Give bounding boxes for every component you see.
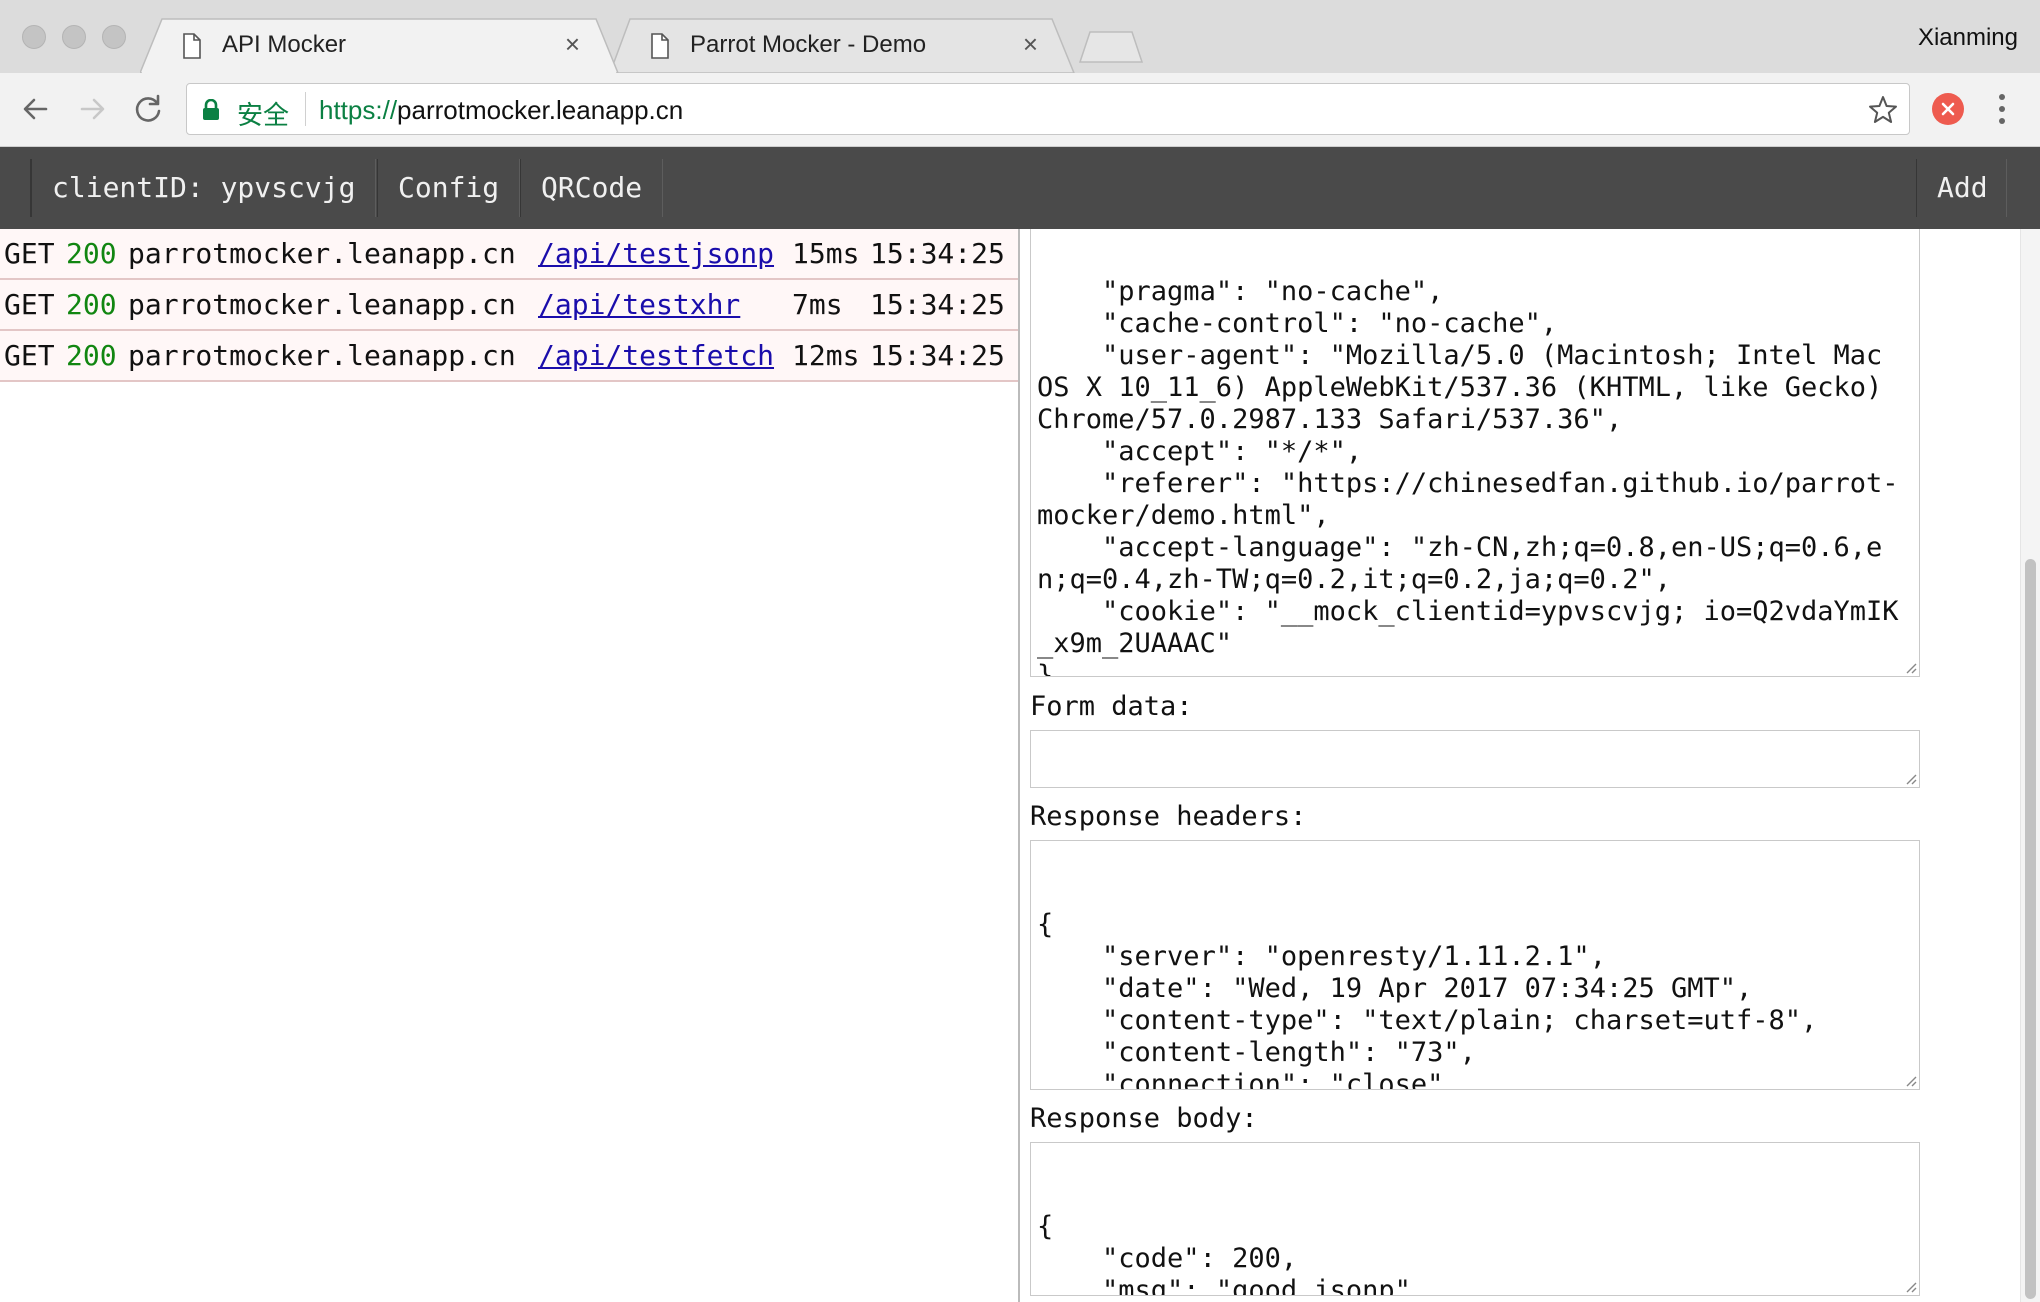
request-detail-panel: "pragma": "no-cache", "cache-control": "…	[1020, 229, 2020, 1302]
new-tab-button[interactable]	[1078, 30, 1144, 64]
page-scrollbar[interactable]	[2020, 229, 2040, 1302]
request-time: 15:34:25	[870, 288, 1005, 321]
request-status: 200	[66, 339, 117, 372]
add-button[interactable]: Add	[1916, 159, 2008, 217]
request-path-link[interactable]: /api/testjsonp	[538, 237, 774, 270]
tab-parrot-mocker-demo[interactable]: Parrot Mocker - Demo ×	[608, 17, 1078, 73]
tab-title: API Mocker	[222, 31, 347, 58]
url-text[interactable]: https://parrotmocker.leanapp.cn	[319, 95, 683, 126]
request-path-link[interactable]: /api/testxhr	[538, 288, 740, 321]
extension-icon[interactable]	[1932, 93, 1964, 125]
request-path-link[interactable]: /api/testfetch	[538, 339, 774, 372]
tab-shape	[140, 18, 619, 73]
scrollbar-thumb[interactable]	[2025, 559, 2036, 1299]
response-body-text: { "code": 200, "msg": "good jsonp" }	[1037, 1211, 1411, 1296]
star-icon[interactable]	[1867, 94, 1899, 126]
resize-grip-icon[interactable]	[1903, 1073, 1917, 1087]
form-data-label: Form data:	[1030, 691, 1193, 722]
request-headers-text: "pragma": "no-cache", "cache-control": "…	[1037, 276, 1899, 677]
url-host: parrotmocker.leanapp.cn	[397, 95, 684, 125]
request-method: GET	[4, 288, 55, 321]
nav-divider	[2006, 159, 2007, 217]
page-icon	[183, 33, 201, 59]
request-row[interactable]: GET 200 parrotmocker.leanapp.cn /api/tes…	[0, 331, 1018, 382]
request-row[interactable]: GET 200 parrotmocker.leanapp.cn /api/tes…	[0, 280, 1018, 331]
request-host: parrotmocker.leanapp.cn	[128, 288, 516, 321]
browser-titlebar: Parrot Mocker - Demo × API Mocker × Xian…	[0, 0, 2040, 73]
request-host: parrotmocker.leanapp.cn	[128, 237, 516, 270]
window-zoom-button[interactable]	[102, 25, 126, 49]
resize-grip-icon[interactable]	[1903, 1279, 1917, 1293]
qrcode-button[interactable]: QRCode	[520, 159, 664, 217]
url-scheme: https://	[319, 95, 398, 125]
request-headers-textarea[interactable]: "pragma": "no-cache", "cache-control": "…	[1030, 229, 1920, 677]
forward-arrow-icon[interactable]	[72, 89, 112, 129]
request-row[interactable]: GET 200 parrotmocker.leanapp.cn /api/tes…	[0, 229, 1018, 280]
request-host: parrotmocker.leanapp.cn	[128, 339, 516, 372]
window-minimize-button[interactable]	[62, 25, 86, 49]
window-close-button[interactable]	[22, 25, 46, 49]
request-method: GET	[4, 339, 55, 372]
request-time: 15:34:25	[870, 339, 1005, 372]
response-headers-text: { "server": "openresty/1.11.2.1", "date"…	[1037, 909, 1818, 1090]
address-bar[interactable]: 安全 https://parrotmocker.leanapp.cn	[186, 83, 1910, 135]
reload-icon[interactable]	[128, 89, 168, 129]
config-button[interactable]: Config	[377, 159, 521, 217]
response-headers-textarea[interactable]: { "server": "openresty/1.11.2.1", "date"…	[1030, 840, 1920, 1090]
tab-close-icon[interactable]: ×	[1023, 31, 1038, 57]
request-status: 200	[66, 237, 117, 270]
response-body-label: Response body:	[1030, 1103, 1258, 1134]
tab-title: Parrot Mocker - Demo	[690, 31, 927, 58]
address-separator	[305, 92, 306, 126]
extension-x-glyph	[1941, 102, 1955, 116]
request-method: GET	[4, 237, 55, 270]
tab-api-mocker[interactable]: API Mocker ×	[140, 17, 620, 73]
tab-close-icon[interactable]: ×	[565, 31, 580, 57]
client-id-button[interactable]: clientID: ypvscvjg	[31, 159, 377, 217]
request-list: GET 200 parrotmocker.leanapp.cn /api/tes…	[0, 229, 1018, 382]
security-label: 安全	[237, 100, 290, 130]
request-status: 200	[66, 288, 117, 321]
profile-name[interactable]: Xianming	[1918, 24, 2018, 52]
back-arrow-icon[interactable]	[16, 89, 56, 129]
request-duration: 7ms	[792, 288, 843, 321]
request-time: 15:34:25	[870, 237, 1005, 270]
form-data-textarea[interactable]: {}	[1030, 730, 1920, 788]
request-duration: 15ms	[792, 237, 860, 270]
page-icon	[651, 33, 669, 59]
resize-grip-icon[interactable]	[1903, 771, 1917, 785]
browser-toolbar: 安全 https://parrotmocker.leanapp.cn	[0, 73, 2040, 147]
app-nav-bar: clientID: ypvscvjg Config QRCode Add	[0, 147, 2040, 229]
lock-icon	[203, 99, 219, 120]
resize-grip-icon[interactable]	[1903, 660, 1917, 674]
menu-dots-icon[interactable]	[1992, 91, 2012, 127]
request-duration: 12ms	[792, 339, 860, 372]
response-headers-label: Response headers:	[1030, 801, 1307, 832]
response-body-textarea[interactable]: { "code": 200, "msg": "good jsonp" }	[1030, 1142, 1920, 1296]
